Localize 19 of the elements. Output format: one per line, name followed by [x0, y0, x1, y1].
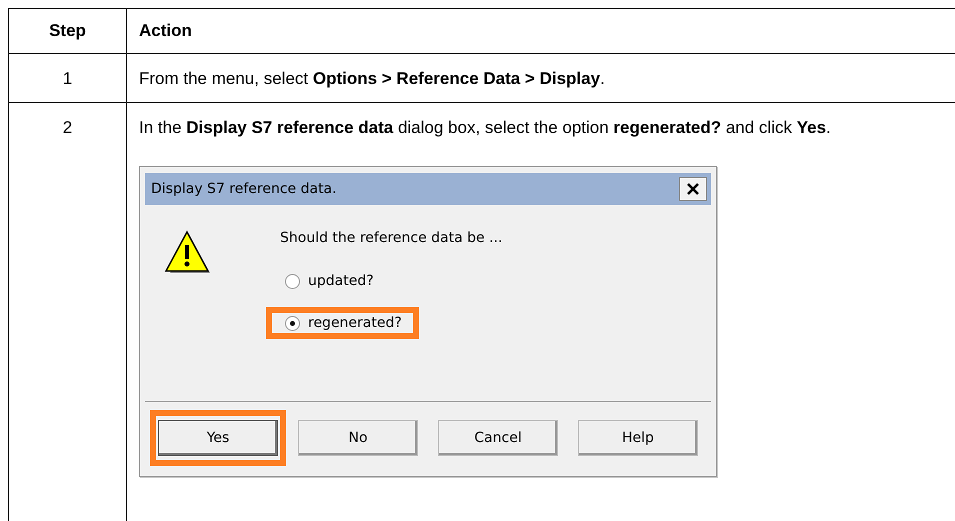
step-instruction: In the Display S7 reference data dialog box, select the option regenerated? and click Yes. [139, 117, 832, 139]
close-icon [686, 182, 700, 196]
dialog-message: Should the reference data be ... [280, 229, 502, 248]
warning-icon [163, 229, 211, 275]
dialog-title: Display S7 reference data. [151, 180, 337, 199]
column-header: Action [127, 9, 955, 54]
radio-button[interactable] [285, 316, 300, 330]
column-header: Step [9, 9, 127, 54]
dialog-button[interactable]: Yes [158, 420, 278, 456]
step-number: 1 [9, 54, 127, 103]
dialog-button[interactable]: Help [578, 420, 698, 456]
step-number: 2 [9, 103, 127, 521]
radio-label[interactable]: updated? [308, 270, 374, 292]
radio-button[interactable] [285, 274, 300, 288]
dialog-button[interactable]: Cancel [438, 420, 558, 456]
step-instruction: From the menu, select Options > Reference Data > Display. [139, 68, 606, 90]
radio-label[interactable]: regenerated? [308, 312, 402, 334]
dialog-button[interactable]: No [298, 420, 418, 456]
close-button[interactable] [679, 177, 707, 201]
